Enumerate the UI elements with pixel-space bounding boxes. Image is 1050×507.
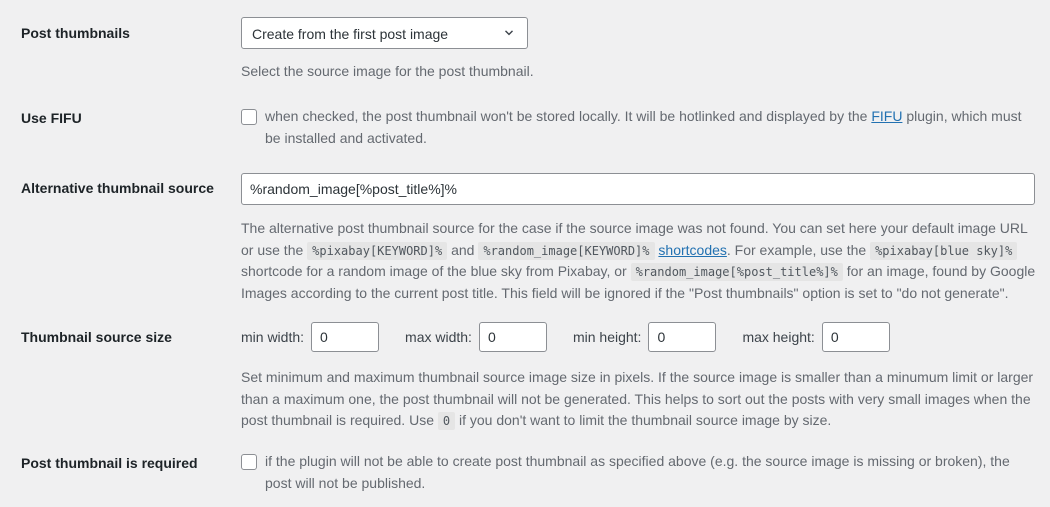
label-post-thumbnails: Post thumbnails	[21, 25, 130, 41]
alt-code-1: %pixabay[KEYWORD]%	[307, 241, 448, 260]
alternative-thumbnail-source-field	[241, 173, 1035, 205]
max-width-label: max width:	[405, 329, 472, 345]
settings-form: Post thumbnails Create from the first po…	[0, 0, 1050, 507]
post-thumbnails-select[interactable]: Create from the first post image	[241, 17, 528, 49]
min-height-input[interactable]	[648, 322, 717, 352]
post-thumbnail-required-description: if the plugin will not be able to create…	[265, 453, 1010, 491]
use-fifu-text-before: when checked, the post thumbnail won't b…	[265, 108, 872, 124]
alternative-thumbnail-source-input[interactable]	[241, 173, 1035, 205]
alt-code-2: %random_image[KEYWORD]%	[478, 241, 655, 260]
fifu-plugin-link[interactable]: FIFU	[871, 108, 902, 124]
post-thumbnails-select-wrapper: Create from the first post image	[241, 17, 528, 49]
use-fifu-description: when checked, the post thumbnail won't b…	[265, 106, 1036, 149]
min-width-input[interactable]	[311, 322, 380, 352]
max-width-input[interactable]	[478, 322, 547, 352]
alternative-thumbnail-source-description: The alternative post thumbnail source fo…	[241, 218, 1036, 305]
thumbnail-source-size-description: Set minimum and maximum thumbnail source…	[241, 367, 1036, 432]
min-height-label: min height:	[572, 329, 642, 345]
thumbnail-source-size-fields: min width: max width: min height: max he…	[241, 322, 890, 352]
post-thumbnails-select-wrap: Create from the first post image	[241, 17, 528, 49]
label-alternative-thumbnail-source: Alternative thumbnail source	[21, 180, 214, 196]
alt-desc-part-5: shortcode for a random image of the blue…	[241, 263, 631, 280]
alt-desc-part-2: and	[447, 241, 479, 258]
label-thumbnail-source-size: Thumbnail source size	[21, 329, 172, 345]
min-width-group: min width:	[241, 322, 380, 352]
label-use-fifu: Use FIFU	[21, 110, 82, 126]
max-height-input[interactable]	[821, 322, 890, 352]
use-fifu-field: when checked, the post thumbnail won't b…	[241, 106, 1036, 149]
use-fifu-checkbox[interactable]	[241, 109, 257, 125]
shortcodes-link[interactable]: shortcodes	[658, 242, 726, 258]
size-code-1: 0	[437, 412, 456, 431]
size-desc-part-2: if you don't want to limit the thumbnail…	[455, 412, 832, 429]
label-post-thumbnail-is-required: Post thumbnail is required	[21, 455, 198, 471]
post-thumbnail-required-checkbox[interactable]	[241, 454, 257, 470]
alt-code-4: %random_image[%post_title%]%	[630, 263, 843, 282]
alt-desc-part-4: . For example, use the	[726, 241, 871, 258]
post-thumbnails-description: Select the source image for the post thu…	[241, 63, 534, 79]
max-width-group: max width:	[405, 322, 547, 352]
max-height-group: max height:	[742, 322, 890, 352]
min-width-label: min width:	[241, 329, 305, 345]
post-thumbnail-required-field: if the plugin will not be able to create…	[241, 451, 1036, 494]
max-height-label: max height:	[742, 329, 815, 345]
alt-code-3: %pixabay[blue sky]%	[870, 241, 1018, 260]
min-height-group: min height:	[572, 322, 717, 352]
